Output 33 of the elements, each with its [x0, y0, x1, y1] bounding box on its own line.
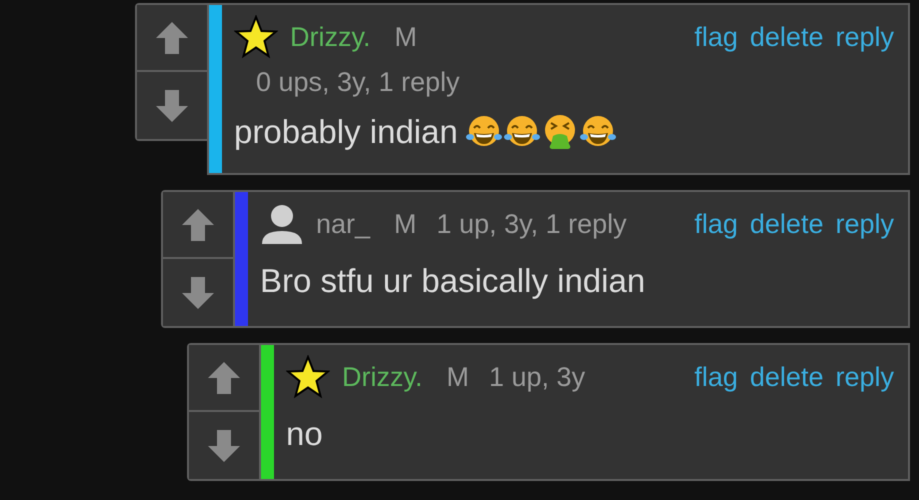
star-icon — [286, 355, 330, 399]
username[interactable]: nar_ — [316, 208, 370, 240]
gender-label: M — [394, 208, 417, 240]
upvote-button[interactable] — [137, 5, 207, 72]
upvote-button[interactable] — [189, 345, 259, 412]
gender-label: M — [446, 362, 469, 392]
action-link[interactable]: flag — [694, 362, 738, 392]
upvote-button[interactable] — [163, 192, 233, 259]
down-arrow-icon — [154, 88, 190, 124]
comment-text: Bro stfu ur basically indian — [260, 262, 646, 300]
up-arrow-icon — [206, 360, 242, 396]
action-link[interactable]: delete — [750, 22, 824, 52]
username[interactable]: Drizzy. — [342, 362, 422, 392]
star-icon — [234, 15, 278, 59]
down-arrow-icon — [180, 274, 216, 310]
comment-meta: 1 up, 3y, 1 reply — [436, 208, 627, 240]
user-avatar-icon — [260, 202, 304, 246]
action-link[interactable]: delete — [750, 362, 824, 392]
up-arrow-icon — [154, 20, 190, 56]
action-link[interactable]: reply — [835, 208, 894, 240]
up-arrow-icon — [180, 206, 216, 242]
comment-text: probably indian — [234, 113, 458, 151]
gender-label: M — [394, 22, 417, 52]
comment-text: no — [286, 415, 323, 453]
action-link[interactable]: delete — [750, 208, 824, 240]
action-link[interactable]: flag — [694, 208, 738, 240]
comment-meta: 0 ups, 3y, 1 reply — [256, 66, 460, 98]
comment-meta: 1 up, 3y — [489, 362, 586, 392]
username[interactable]: Drizzy. — [290, 22, 370, 52]
action-link[interactable]: flag — [694, 22, 738, 52]
action-link[interactable]: reply — [835, 22, 894, 52]
action-link[interactable]: reply — [835, 362, 894, 392]
down-arrow-icon — [206, 428, 242, 464]
